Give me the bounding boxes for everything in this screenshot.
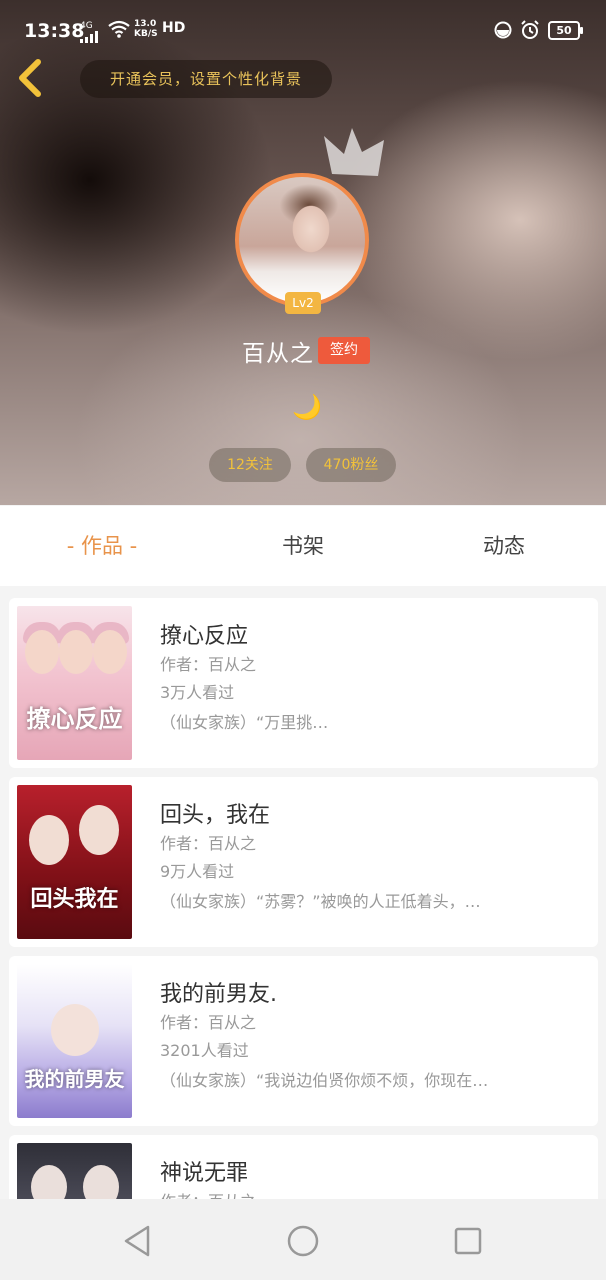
book-views: 3万人看过	[160, 683, 235, 702]
back-triangle-icon[interactable]	[118, 1221, 158, 1261]
book-cover: 回头我在	[17, 785, 132, 939]
cover-title: 我的前男友	[24, 1067, 125, 1091]
signal-icon: 4G	[80, 22, 102, 46]
cover-figure	[25, 630, 59, 674]
book-card[interactable]: 神说无罪 作者：百从之	[9, 1135, 598, 1199]
status-time: 13:38	[24, 20, 85, 42]
wifi-icon	[108, 20, 130, 42]
follows-button[interactable]: 12关注	[209, 448, 291, 482]
dnd-icon	[494, 21, 512, 39]
alarm-icon	[521, 20, 539, 39]
book-title: 回头，我在	[160, 803, 271, 828]
chevron-left-icon	[19, 59, 41, 97]
system-nav-bar	[0, 1199, 606, 1280]
tab-activity[interactable]: 动态	[414, 506, 594, 586]
network-type: 4G	[80, 21, 93, 31]
tab-works[interactable]: - 作品 -	[12, 506, 192, 586]
signed-badge: 签约	[318, 337, 370, 364]
book-description: （仙女家族）“苏雾？”被唤的人正低着头，…	[160, 892, 481, 911]
cover-figure	[83, 1165, 119, 1199]
fans-button[interactable]: 470粉丝	[306, 448, 396, 482]
avatar[interactable]	[235, 173, 369, 307]
status-right: 50	[494, 20, 583, 40]
book-title: 我的前男友.	[160, 982, 277, 1007]
book-card[interactable]: 我的前男友 我的前男友. 作者：百从之 3201人看过 （仙女家族）“我说边伯贤…	[9, 956, 598, 1126]
moon-icon: 🌙	[292, 393, 322, 421]
book-card[interactable]: 撩心反应 撩心反应 作者：百从之 3万人看过 （仙女家族）“万里挑…	[9, 598, 598, 768]
book-author: 作者：百从之	[160, 1188, 256, 1199]
back-button[interactable]	[14, 58, 48, 98]
recents-square-icon[interactable]	[448, 1221, 488, 1261]
book-title: 撩心反应	[160, 624, 249, 649]
book-views: 3201人看过	[160, 1041, 249, 1060]
book-cover: 我的前男友	[17, 964, 132, 1118]
cover-figure	[31, 1165, 67, 1199]
tab-bookshelf[interactable]: 书架	[213, 506, 393, 586]
tab-bar: - 作品 - 书架 动态	[0, 506, 606, 586]
speed-unit: KB/S	[134, 29, 158, 39]
hd-indicator: HD	[162, 20, 186, 36]
vip-background-banner[interactable]: 开通会员，设置个性化背景	[80, 60, 332, 98]
book-author: 作者：百从之	[160, 655, 257, 674]
cover-title: 回头我在	[30, 887, 119, 912]
status-bar: 13:38 4G 13.0 KB/S HD 50	[0, 0, 606, 44]
cover-title: 撩心反应	[26, 705, 123, 733]
cover-figure	[93, 630, 127, 674]
home-circle-icon[interactable]	[283, 1221, 323, 1261]
book-description: （仙女家族）“我说边伯贤你烦不烦，你现在…	[160, 1071, 489, 1090]
profile-header: 13:38 4G 13.0 KB/S HD 50 开通会员，设置个性化背景 Lv…	[0, 0, 606, 505]
cover-figure	[59, 630, 93, 674]
username: 百从之	[242, 341, 314, 367]
book-title: 神说无罪	[160, 1161, 249, 1186]
book-author: 作者：百从之	[160, 834, 257, 853]
book-views: 9万人看过	[160, 862, 235, 881]
level-badge: Lv2	[285, 292, 321, 314]
book-cover	[17, 1143, 132, 1199]
book-card[interactable]: 回头我在 回头，我在 作者：百从之 9万人看过 （仙女家族）“苏雾？”被唤的人正…	[9, 777, 598, 947]
cover-figure	[29, 815, 69, 865]
works-list: 撩心反应 撩心反应 作者：百从之 3万人看过 （仙女家族）“万里挑… 回头我在 …	[0, 586, 606, 1199]
book-description: （仙女家族）“万里挑…	[160, 713, 329, 732]
cover-figure	[51, 1004, 99, 1056]
crown-icon	[324, 128, 384, 176]
book-cover: 撩心反应	[17, 606, 132, 760]
battery-icon: 50	[548, 20, 583, 40]
cover-figure	[79, 805, 119, 855]
speed-value: 13.0	[134, 19, 157, 29]
book-author: 作者：百从之	[160, 1013, 257, 1032]
net-speed: 13.0 KB/S	[134, 19, 158, 39]
